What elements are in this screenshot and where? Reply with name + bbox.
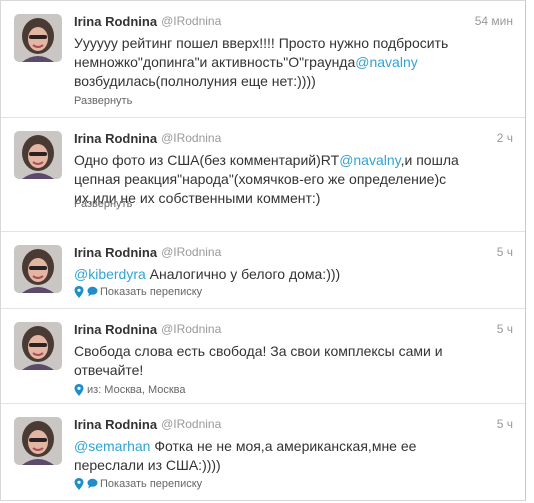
mention-link[interactable]: @semarhan: [74, 438, 150, 454]
author-handle[interactable]: @IRodnina: [161, 14, 221, 28]
author-handle[interactable]: @IRodnina: [161, 322, 221, 336]
speech-bubble-icon: [87, 478, 98, 490]
show-conversation-link[interactable]: Показать переписку: [74, 286, 202, 298]
avatar[interactable]: [14, 322, 62, 370]
tweet-text-segment: Аналогично у белого дома:))): [145, 266, 341, 282]
author-handle[interactable]: @IRodnina: [161, 417, 221, 431]
tweet-header: Irina Rodnina @IRodnina 54 мин: [74, 14, 513, 32]
show-conversation-label[interactable]: Показать переписку: [100, 478, 202, 490]
tweet-header: Irina Rodnina @IRodnina 5 ч: [74, 322, 513, 340]
author-name[interactable]: Irina Rodnina: [74, 131, 157, 146]
expand-link[interactable]: Развернуть: [74, 198, 132, 210]
show-conversation-link[interactable]: Показать переписку: [74, 478, 202, 490]
location-link[interactable]: из: Москва, Москва: [74, 384, 186, 396]
tweet-timestamp[interactable]: 2 ч: [497, 131, 513, 145]
author-name[interactable]: Irina Rodnina: [74, 322, 157, 337]
author-handle[interactable]: @IRodnina: [161, 131, 221, 145]
location-label[interactable]: из: Москва, Москва: [87, 384, 186, 396]
author-handle[interactable]: @IRodnina: [161, 245, 221, 259]
map-pin-icon: [74, 384, 84, 396]
tweet-item[interactable]: Irina Rodnina @IRodnina 54 мин Уууууу рей…: [1, 1, 525, 118]
tweet-text-segment: Свобода слова есть свобода! За свои комп…: [74, 343, 443, 378]
tweet-header: Irina Rodnina @IRodnina 2 ч: [74, 131, 513, 149]
mention-link[interactable]: @navalny: [339, 152, 400, 168]
tweet-item[interactable]: Irina Rodnina @IRodnina 5 ч @semarhan Фот…: [1, 404, 525, 500]
tweet-item[interactable]: Irina Rodnina @IRodnina 5 ч @kiberdyra Ан…: [1, 232, 525, 309]
tweet-item[interactable]: Irina Rodnina @IRodnina 5 ч Свобода слова…: [1, 309, 525, 404]
tweet-text: Свобода слова есть свобода! За свои комп…: [74, 342, 474, 380]
expand-label[interactable]: Развернуть: [74, 198, 132, 210]
expand-link[interactable]: Развернуть: [74, 95, 132, 107]
mention-link[interactable]: @navalny: [355, 54, 417, 70]
tweet-text-segment: возбудилась(полнолуния еще нет:)))): [74, 73, 316, 89]
tweet-header: Irina Rodnina @IRodnina 5 ч: [74, 417, 513, 435]
speech-bubble-icon: [87, 286, 98, 298]
tweet-timestamp[interactable]: 5 ч: [497, 322, 513, 336]
tweet-text-segment: Одно фото из США(без комментарий)RT: [74, 152, 340, 168]
tweet-timeline: Irina Rodnina @IRodnina 54 мин Уууууу рей…: [0, 0, 526, 501]
avatar[interactable]: [14, 245, 62, 293]
tweet-timestamp[interactable]: 54 мин: [475, 14, 513, 28]
author-name[interactable]: Irina Rodnina: [74, 14, 157, 29]
mention-link[interactable]: @kiberdyra: [74, 266, 146, 282]
tweet-item[interactable]: Irina Rodnina @IRodnina 2 ч Одно фото из …: [1, 118, 525, 232]
tweet-header: Irina Rodnina @IRodnina 5 ч: [74, 245, 513, 263]
tweet-timestamp[interactable]: 5 ч: [497, 245, 513, 259]
show-conversation-label[interactable]: Показать переписку: [100, 286, 202, 298]
avatar[interactable]: [14, 131, 62, 179]
tweet-timestamp[interactable]: 5 ч: [497, 417, 513, 431]
tweet-text: Одно фото из США(без комментарий)RT@nava…: [74, 151, 474, 208]
tweet-text: @kiberdyra Аналогично у белого дома:))): [74, 265, 474, 284]
map-pin-icon: [74, 478, 84, 490]
expand-label[interactable]: Развернуть: [74, 95, 132, 107]
avatar[interactable]: [14, 14, 62, 62]
author-name[interactable]: Irina Rodnina: [74, 417, 157, 432]
avatar[interactable]: [14, 417, 62, 465]
map-pin-icon: [74, 286, 84, 298]
author-name[interactable]: Irina Rodnina: [74, 245, 157, 260]
tweet-text: @semarhan Фотка не не моя,а американская…: [74, 437, 474, 475]
tweet-text: Уууууу рейтинг пошел вверх!!!! Просто ну…: [74, 34, 474, 91]
